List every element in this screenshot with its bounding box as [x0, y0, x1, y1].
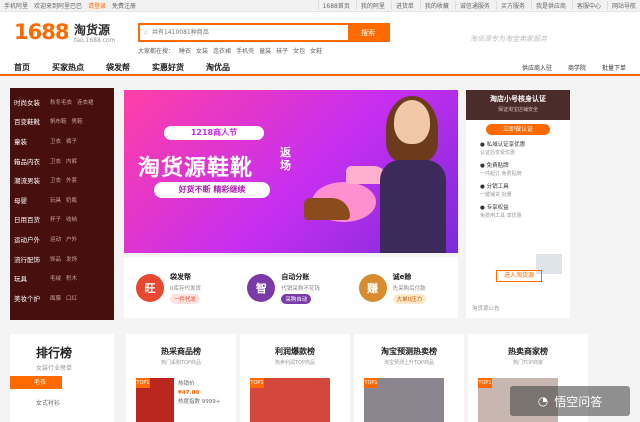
hot-label: 大家都在搜：: [138, 48, 175, 55]
search-icon: ⌕: [143, 28, 149, 37]
hot-link[interactable]: 手机壳: [236, 46, 254, 55]
search-button[interactable]: 搜索: [348, 25, 388, 40]
sidebar-item[interactable]: 百变鞋靴 帆布鞋 男鞋: [10, 112, 114, 132]
dropship-icon: 旺: [136, 273, 164, 302]
nav-dropship[interactable]: 袋发帮: [106, 62, 130, 73]
verify-item: ● 私域认证享优惠 认证后享受优惠: [480, 142, 526, 156]
topbar-site-nav[interactable]: 网站导航: [606, 1, 636, 10]
feature-auto-split[interactable]: 智 自动分账 代销采购不花钱 采购自动: [235, 257, 346, 318]
main-nav: 首页 买家热点 袋发帮 实惠好货 淘优品 供应商入驻 商学院 批量下单: [0, 60, 640, 76]
sidebar-item[interactable]: 箱品内衣 卫衣 内裤: [10, 151, 114, 171]
rank-sidebar: 排行榜 女装行业榜单 毛衣 女式衬衫: [10, 334, 114, 422]
sidebar-item[interactable]: 美妆个护 面膜 口红: [10, 288, 114, 308]
verify-header: 淘店小号核身认证 保证淘宝店铺安全: [466, 90, 570, 120]
sidebar-item[interactable]: 时尚女装 秋冬毛衣 连衣裙: [10, 92, 114, 112]
slogan: 淘货源专为淘宝卖家服务: [470, 35, 547, 43]
rank-title: 排行榜: [36, 346, 73, 360]
watermark: ◔ 悟空问答: [510, 386, 630, 416]
credit-icon: 赚: [358, 273, 387, 302]
top-badge: TOP1: [478, 378, 492, 388]
verify-item: ● 专享权益 免费用工具 享优惠: [480, 205, 522, 219]
register-link[interactable]: 免费注册: [112, 1, 136, 10]
banner-pill[interactable]: 好货不断 精彩继续: [154, 182, 270, 198]
verify-panel: 淘店小号核身认证 保证淘宝店铺安全 立即做认证 ● 私域认证享优惠 认证后享受优惠 …: [466, 90, 570, 318]
rank-column[interactable]: 淘宝预测热卖榜 淘宝预测上升TOP商品 TOP1: [354, 334, 464, 422]
search-bar: ⌕ 搜索: [138, 23, 390, 42]
top-badge: TOP1: [364, 378, 378, 388]
feature-tag[interactable]: 大单0压力: [392, 293, 427, 304]
sidebar-item[interactable]: 童装 卫衣 裤子: [10, 131, 114, 151]
sidebar-item[interactable]: 母婴 玩具 奶瓶: [10, 190, 114, 210]
nav-quality[interactable]: 淘优品: [206, 62, 230, 73]
mobile-link[interactable]: 手机阿里: [4, 1, 28, 10]
feature-tag[interactable]: 一件代发: [170, 293, 201, 304]
nav-bulk-order[interactable]: 批量下单: [602, 63, 626, 72]
sidebar-item[interactable]: 日用百货 杯子 收纳: [10, 210, 114, 230]
feature-credit[interactable]: 赚 诚e赊 先采购后付款 大单0压力: [347, 257, 458, 318]
topbar-home-link[interactable]: 1688首页: [317, 1, 350, 10]
rank-subtitle: 女装行业榜单: [36, 365, 73, 372]
sidebar-item[interactable]: 流行配饰 饰品 发饰: [10, 249, 114, 269]
nav-academy[interactable]: 商学院: [568, 63, 586, 72]
topbar-customer-service[interactable]: 客服中心: [571, 1, 601, 10]
hot-searches: 大家都在搜： 睡衣 女装 连衣裙 手机壳 童装 袜子 女包 女鞋: [138, 46, 322, 55]
topbar-favorites[interactable]: 我的收藏: [419, 1, 449, 10]
logo-subtitle: 淘货源: [74, 23, 111, 37]
logo[interactable]: 1688: [14, 20, 69, 44]
feature-dropship[interactable]: 旺 袋发帮 0库存代发货 一件代发: [124, 257, 235, 318]
hot-link[interactable]: 女装: [196, 46, 208, 55]
topbar-my-alibaba[interactable]: 我的阿里: [355, 1, 385, 10]
banner-title: 淘货源鞋靴: [138, 156, 254, 181]
banner-label: 1218商人节: [164, 126, 264, 140]
logo-url: tao.1688.com: [74, 37, 116, 44]
feature-tag[interactable]: 采购自动: [281, 293, 312, 304]
verify-item: ● 分销工具 一键铺货 批量: [480, 184, 512, 198]
sidebar-item[interactable]: 潮流男装 卫衣 外套: [10, 170, 114, 190]
category-sidebar: 时尚女装 秋冬毛衣 连衣裙 百变鞋靴 帆布鞋 男鞋 童装 卫衣 裤子 箱品内衣 卫衣 内裤 潮流…: [10, 88, 114, 320]
login-link[interactable]: 请登录: [88, 1, 106, 10]
feature-row: 旺 袋发帮 0库存代发货 一件代发 智 自动分账 代销采购不花钱 采购自动 赚 诚e赊先…: [124, 257, 458, 318]
topbar-cart[interactable]: 进货单: [390, 1, 414, 10]
auto-split-icon: 智: [247, 273, 276, 302]
rank-column[interactable]: 热采商品榜 热门采购TOP商品 TOP1 热销价 ¥47.00 热度指数 9999+: [126, 334, 236, 422]
hot-link[interactable]: 童装: [259, 46, 271, 55]
chat-icon: ◔: [537, 394, 549, 408]
topbar-supplier[interactable]: 我是供应商: [530, 1, 566, 10]
nav-buyer-hot[interactable]: 买家热点: [52, 62, 84, 73]
banner-model-image: [376, 96, 446, 253]
rank-column[interactable]: 利润爆款榜 热卖利润TOP商品 TOP1: [240, 334, 350, 422]
search-input[interactable]: [152, 25, 348, 40]
top-badge: TOP1: [136, 378, 150, 388]
hot-link[interactable]: 睡衣: [179, 46, 191, 55]
welcome-text: 欢迎来到阿里巴巴: [34, 3, 83, 10]
verify-button[interactable]: 立即做认证: [486, 124, 550, 135]
hot-link[interactable]: 女包: [293, 46, 305, 55]
nav-home[interactable]: 首页: [14, 62, 30, 73]
header: 1688 淘货源 tao.1688.com ⌕ 搜索 大家都在搜： 睡衣 女装 …: [0, 12, 640, 60]
main-area: 时尚女装 秋冬毛衣 连衣裙 百变鞋靴 帆布鞋 男鞋 童装 卫衣 裤子 箱品内衣 卫衣 内裤 潮流…: [10, 88, 630, 320]
rank-tab-shirt[interactable]: 女式衬衫: [36, 398, 60, 407]
hot-link[interactable]: 袜子: [276, 46, 288, 55]
hot-link[interactable]: 女鞋: [310, 46, 322, 55]
topbar-service[interactable]: 诚信通服务: [454, 1, 490, 10]
verify-item: ● 免费贴牌 一件起订 免费贴牌: [480, 163, 522, 177]
promo-banner[interactable]: 1218商人节 淘货源鞋靴 返场 好货不断 精彩继续: [124, 90, 458, 253]
top-bar: 手机阿里 欢迎来到阿里巴巴 请登录 免费注册 1688首页 我的阿里 进货单 我…: [0, 0, 640, 12]
nav-supplier-join[interactable]: 供应商入驻: [522, 63, 552, 72]
banner-boot-image: [304, 198, 350, 220]
enter-button[interactable]: 进入淘货源: [496, 270, 542, 282]
notice-title[interactable]: 淘货源公告: [472, 304, 500, 312]
top-badge: TOP1: [250, 378, 264, 388]
nav-deals[interactable]: 实惠好货: [152, 62, 184, 73]
topbar-buyer-service[interactable]: 买方服务: [495, 1, 525, 10]
rank-tab-sweater[interactable]: 毛衣: [10, 376, 62, 389]
sidebar-item[interactable]: 运动户外 运动 户外: [10, 229, 114, 249]
hot-link[interactable]: 连衣裙: [213, 46, 231, 55]
banner-title-side: 返场: [280, 146, 291, 172]
sidebar-item[interactable]: 玩具 毛绒 积木: [10, 268, 114, 288]
